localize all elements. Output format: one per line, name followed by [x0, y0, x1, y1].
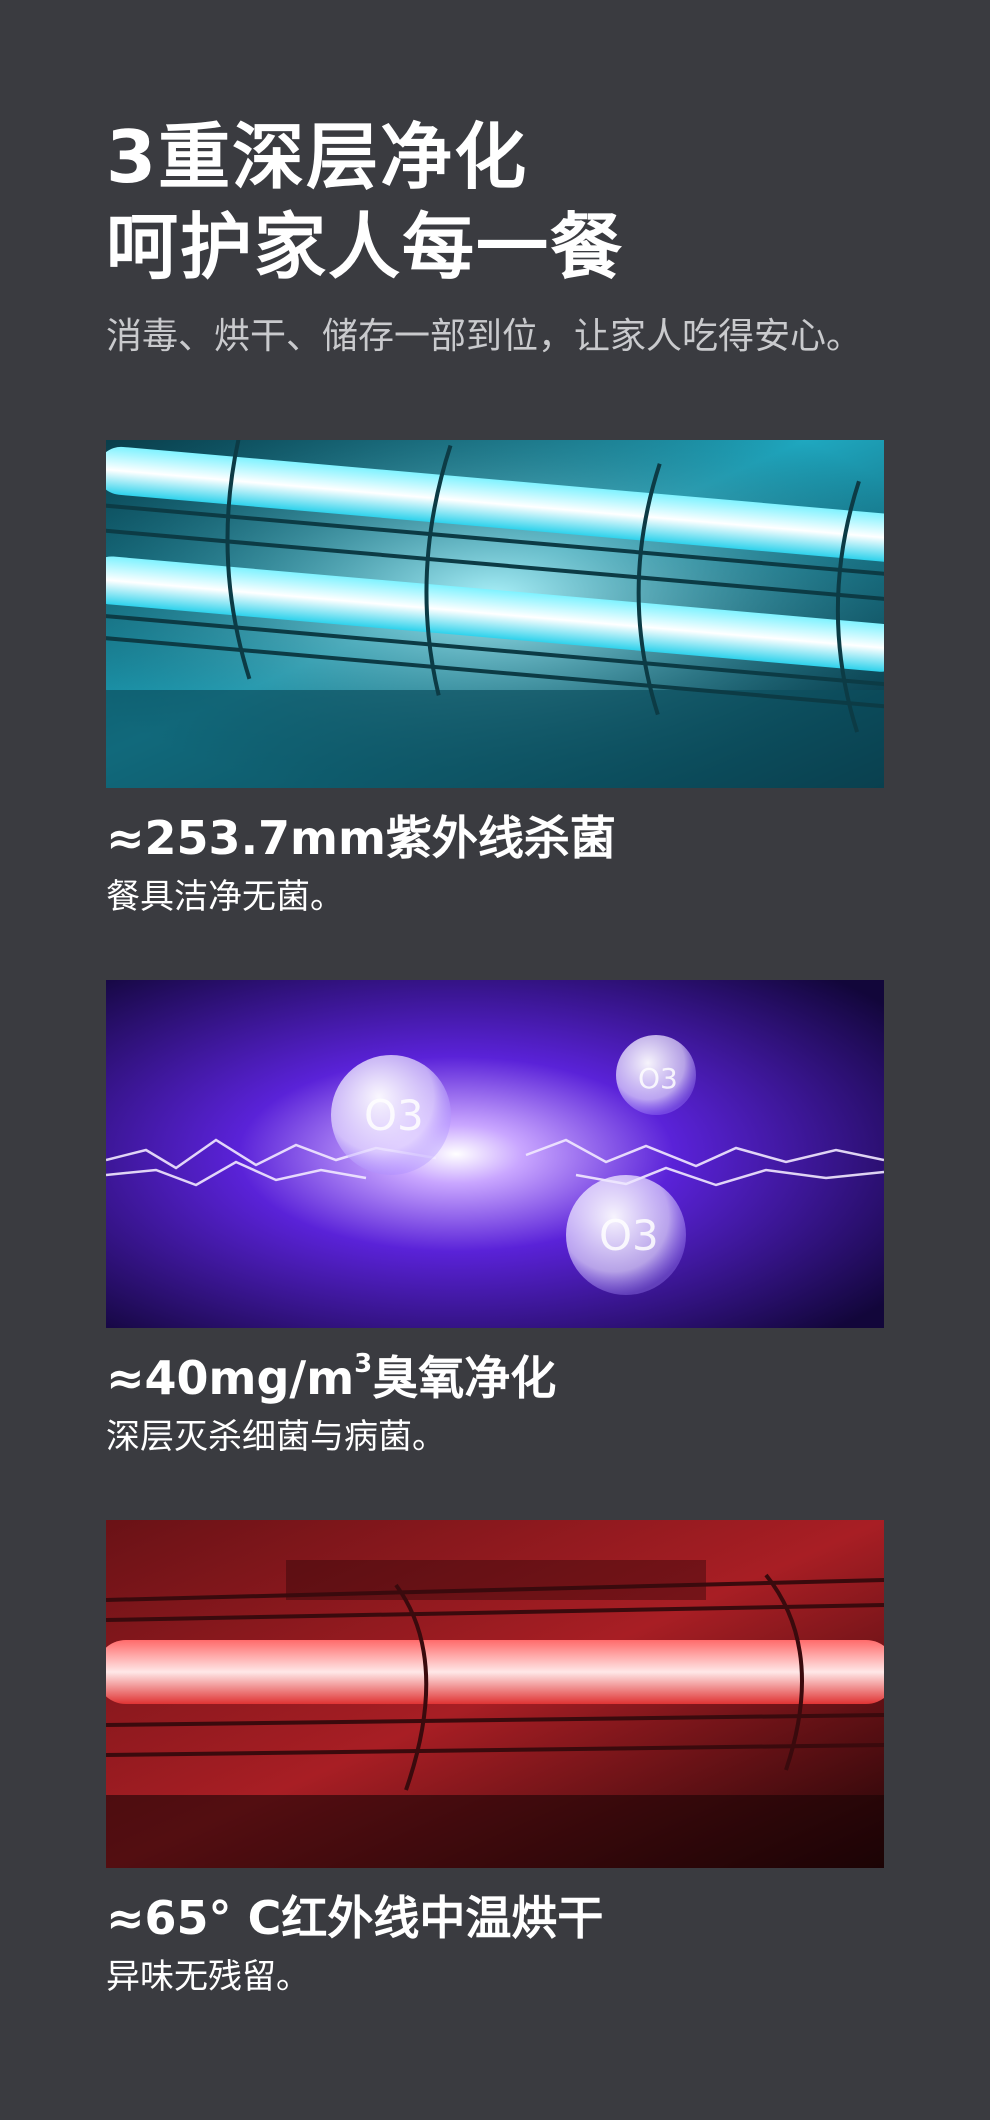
uv-feature-description: 餐具洁净无菌。: [106, 877, 344, 917]
ozone-bubble-label: O3: [599, 1211, 659, 1260]
hero-subtitle: 消毒、烘干、储存一部到位，让家人吃得安心。: [106, 316, 863, 357]
ozone-image: O3 O3 O3: [106, 980, 884, 1328]
ozone-feature-title: ≈40mg/m3臭氧净化: [106, 1348, 926, 1408]
ozone-feature-description: 深层灭杀细菌与病菌。: [106, 1417, 446, 1457]
infrared-feature-title: ≈65° C红外线中温烘干: [106, 1891, 604, 1945]
hero-title-line1: 3重深层净化: [106, 115, 529, 199]
ozone-title-prefix: ≈40mg/m: [106, 1351, 355, 1405]
uv-lamp-image: [106, 440, 884, 788]
uv-lamp-illustration: [106, 440, 884, 788]
ozone-title-suffix: 臭氧净化: [372, 1351, 557, 1405]
ozone-bubble-label: O3: [638, 1062, 678, 1095]
ozone-title-superscript: 3: [354, 1349, 373, 1379]
infrared-lamp-illustration: [106, 1520, 884, 1868]
infrared-feature-description: 异味无残留。: [106, 1957, 310, 1997]
infrared-lamp-image: [106, 1520, 884, 1868]
ozone-bubble-label: O3: [364, 1091, 424, 1140]
hero-title: 3重深层净化 呵护家人每一餐: [106, 112, 926, 292]
product-detail-page: 3重深层净化 呵护家人每一餐 消毒、烘干、储存一部到位，让家人吃得安心。 ≈25…: [0, 0, 990, 2120]
ozone-illustration: O3 O3 O3: [106, 980, 884, 1328]
uv-feature-title: ≈253.7mm紫外线杀菌: [106, 811, 616, 865]
hero-title-line2: 呵护家人每一餐: [106, 205, 625, 289]
